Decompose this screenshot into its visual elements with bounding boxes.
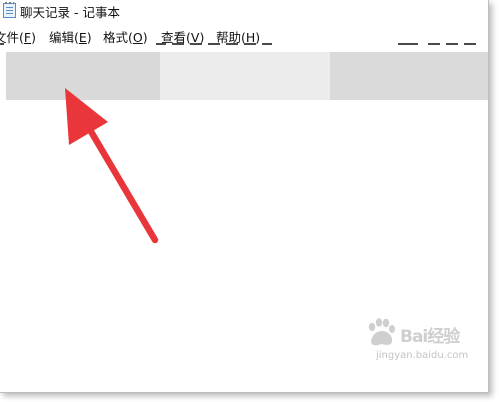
- menu-bar: 文件(F) 编辑(E) 格式(O) 查看(V) 帮助(H): [0, 25, 488, 45]
- baidu-jingyan-watermark: Bai经验 jingyan.baidu.com: [336, 314, 486, 370]
- watermark-site: jingyan.baidu.com: [376, 350, 469, 361]
- notepad-icon: [3, 2, 16, 18]
- window-title: 聊天记录 - 记事本: [20, 5, 120, 20]
- watermark-brand: Bai经验: [400, 327, 460, 347]
- redacted-text-block: [6, 52, 488, 100]
- notepad-window: 聊天记录 - 记事本 文件(F) 编辑(E) 格式(O) 查看(V) 帮助(H)…: [0, 0, 489, 393]
- title-bar[interactable]: 聊天记录 - 记事本: [0, 0, 488, 22]
- paw-icon: [368, 318, 395, 346]
